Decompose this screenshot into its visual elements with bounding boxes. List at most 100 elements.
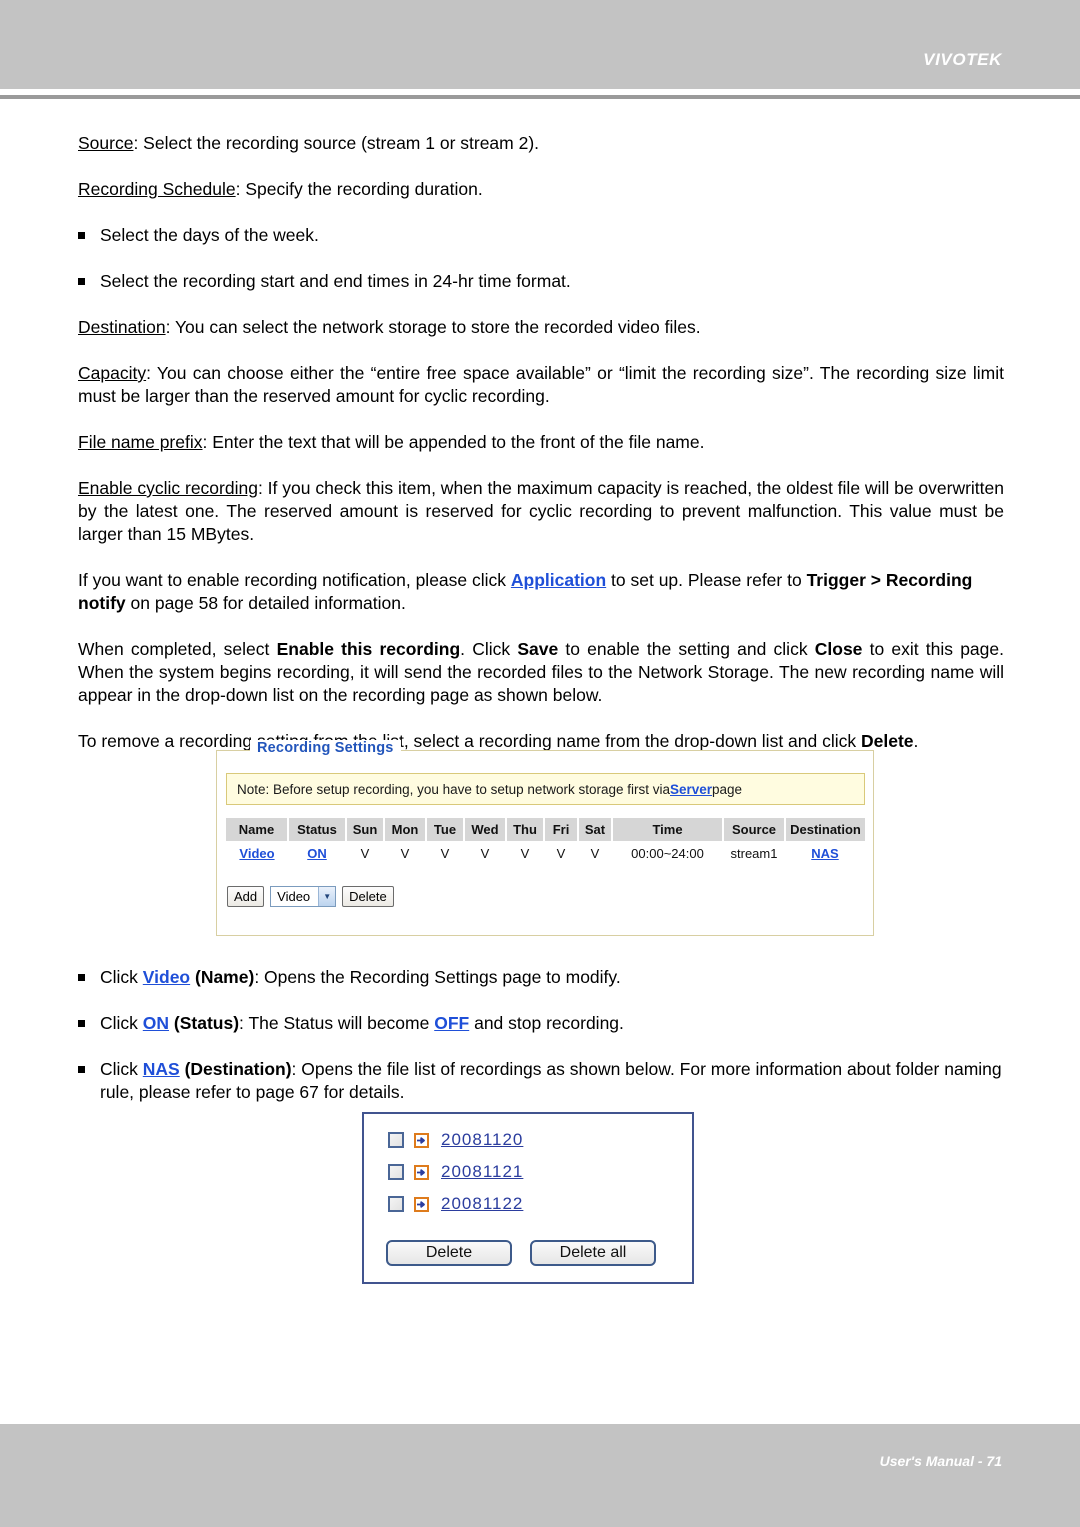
table-row: Video ON V V V V V V V 00:00~24:00 strea… — [226, 841, 865, 866]
nas-destination-bold: (Destination) — [179, 1059, 292, 1079]
paragraph-enable-cyclic-recording: Enable cyclic recording: If you check th… — [78, 477, 1004, 546]
capacity-term: Capacity — [78, 363, 147, 383]
vivotek-logo: VIVOTEK — [923, 50, 1002, 69]
click-nas-text-1: Click — [100, 1059, 143, 1079]
cell-source: stream1 — [730, 846, 778, 861]
note-text-prefix: Note: Before setup recording, you have t… — [237, 781, 670, 797]
recording-schedule-term: Recording Schedule — [78, 179, 236, 199]
cell-tue: V — [440, 846, 450, 861]
paragraph-destination: Destination: You can select the network … — [78, 316, 1004, 339]
capacity-text: : You can choose either the “entire free… — [78, 363, 1004, 406]
recording-settings-panel: Recording Settings Note: Before setup re… — [216, 740, 874, 936]
col-header-fri: Fri — [544, 818, 579, 841]
save-bold: Save — [517, 639, 559, 659]
destination-text: : You can select the network storage to … — [165, 317, 701, 337]
bullet-select-days: Select the days of the week. — [78, 224, 1004, 247]
file-checkbox[interactable] — [388, 1196, 404, 1212]
video-link[interactable]: Video — [143, 967, 190, 987]
cell-name: Video — [226, 841, 288, 866]
square-bullet-icon — [78, 278, 85, 285]
cell-wed: V — [480, 846, 490, 861]
col-header-wed: Wed — [464, 818, 507, 841]
table-header-row: Name Status Sun Mon Tue Wed Thu Fri Sat … — [226, 818, 865, 841]
recording-name-select[interactable]: Video ▼ — [270, 886, 337, 907]
col-header-sun: Sun — [346, 818, 385, 841]
notify-text-3: on page 58 for detailed information. — [125, 593, 406, 613]
server-link[interactable]: Server — [670, 782, 712, 797]
folder-arrow-icon[interactable] — [414, 1164, 429, 1180]
col-header-sat: Sat — [578, 818, 613, 841]
destination-nas-link[interactable]: NAS — [811, 846, 838, 861]
page-footer-band: User's Manual - 71 — [0, 1424, 1080, 1527]
cell-sat: V — [590, 846, 600, 861]
click-video-text-1: Click — [100, 967, 143, 987]
source-term: Source — [78, 133, 134, 153]
paragraph-recording-notification: If you want to enable recording notifica… — [78, 569, 1004, 615]
header-divider-rule — [0, 95, 1080, 99]
bullet-select-days-label: Select the days of the week. — [100, 225, 319, 245]
paragraph-recording-schedule: Recording Schedule: Specify the recordin… — [78, 178, 1004, 201]
folder-arrow-icon[interactable] — [414, 1196, 429, 1212]
recording-schedule-text: : Specify the recording duration. — [235, 179, 483, 199]
footer-page-label: User's Manual - 71 — [879, 1453, 1002, 1469]
recording-status-link[interactable]: ON — [307, 846, 327, 861]
cell-mon: V — [400, 846, 410, 861]
file-checkbox[interactable] — [388, 1132, 404, 1148]
add-button[interactable]: Add — [227, 886, 265, 907]
delete-all-files-button[interactable]: Delete all — [530, 1240, 656, 1266]
destination-term: Destination — [78, 317, 166, 337]
square-bullet-icon — [78, 1020, 85, 1027]
col-header-mon: Mon — [384, 818, 427, 841]
click-video-text-2: : Opens the Recording Settings page to m… — [254, 967, 621, 987]
complete-text-3: to enable the setting and click — [558, 639, 815, 659]
recording-file-list-panel: 20081120 20081121 20081122 Delete Delete… — [362, 1112, 694, 1284]
source-text: : Select the recording source (stream 1 … — [133, 133, 540, 153]
delete-button[interactable]: Delete — [342, 886, 394, 907]
enable-cyclic-recording-term: Enable cyclic recording — [78, 478, 258, 498]
note-text-suffix: page — [712, 781, 743, 797]
file-link[interactable]: 20081122 — [441, 1194, 523, 1214]
paragraph-when-completed: When completed, select Enable this recor… — [78, 638, 1004, 707]
recording-name-link[interactable]: Video — [239, 846, 274, 861]
list-item: 20081122 — [388, 1193, 523, 1215]
bullet-click-on: Click ON (Status): The Status will becom… — [78, 1012, 1004, 1035]
on-link[interactable]: ON — [143, 1013, 169, 1033]
col-header-status: Status — [288, 818, 347, 841]
list-item: 20081120 — [388, 1129, 523, 1151]
list-item: 20081121 — [388, 1161, 523, 1183]
complete-text-1: When completed, select — [78, 639, 277, 659]
cell-status: ON — [288, 841, 346, 866]
col-header-time: Time — [612, 818, 724, 841]
col-header-tue: Tue — [426, 818, 465, 841]
file-list-actions: Delete Delete all — [386, 1240, 656, 1266]
video-name-bold: (Name) — [190, 967, 255, 987]
square-bullet-icon — [78, 232, 85, 239]
square-bullet-icon — [78, 1066, 85, 1073]
cell-thu: V — [520, 846, 530, 861]
cell-fri: V — [556, 846, 566, 861]
enable-this-recording-bold: Enable this recording — [276, 639, 461, 659]
notify-text-2: to set up. Please refer to — [606, 570, 807, 590]
bullet-click-video: Click Video (Name): Opens the Recording … — [78, 966, 1004, 989]
application-link[interactable]: Application — [511, 570, 606, 590]
cell-destination: NAS — [785, 841, 865, 866]
page-header-band — [0, 0, 1080, 89]
col-header-name: Name — [226, 818, 289, 841]
bullet-select-times: Select the recording start and end times… — [78, 270, 1004, 293]
recording-settings-legend: Recording Settings — [250, 740, 401, 756]
delete-bold: Delete — [861, 731, 914, 751]
file-link[interactable]: 20081120 — [441, 1130, 523, 1150]
file-checkbox[interactable] — [388, 1164, 404, 1180]
file-name-prefix-text: : Enter the text that will be appended t… — [202, 432, 705, 452]
file-name-prefix-term: File name prefix — [78, 432, 203, 452]
delete-files-button[interactable]: Delete — [386, 1240, 512, 1266]
click-on-text-3: and stop recording. — [469, 1013, 624, 1033]
paragraph-capacity: Capacity: You can choose either the “ent… — [78, 362, 1004, 408]
cell-time: 00:00~24:00 — [631, 846, 704, 861]
off-link[interactable]: OFF — [434, 1013, 469, 1033]
col-header-thu: Thu — [506, 818, 545, 841]
col-header-destination: Destination — [785, 818, 865, 841]
folder-arrow-icon[interactable] — [414, 1132, 429, 1148]
file-link[interactable]: 20081121 — [441, 1162, 523, 1182]
nas-link[interactable]: NAS — [143, 1059, 180, 1079]
